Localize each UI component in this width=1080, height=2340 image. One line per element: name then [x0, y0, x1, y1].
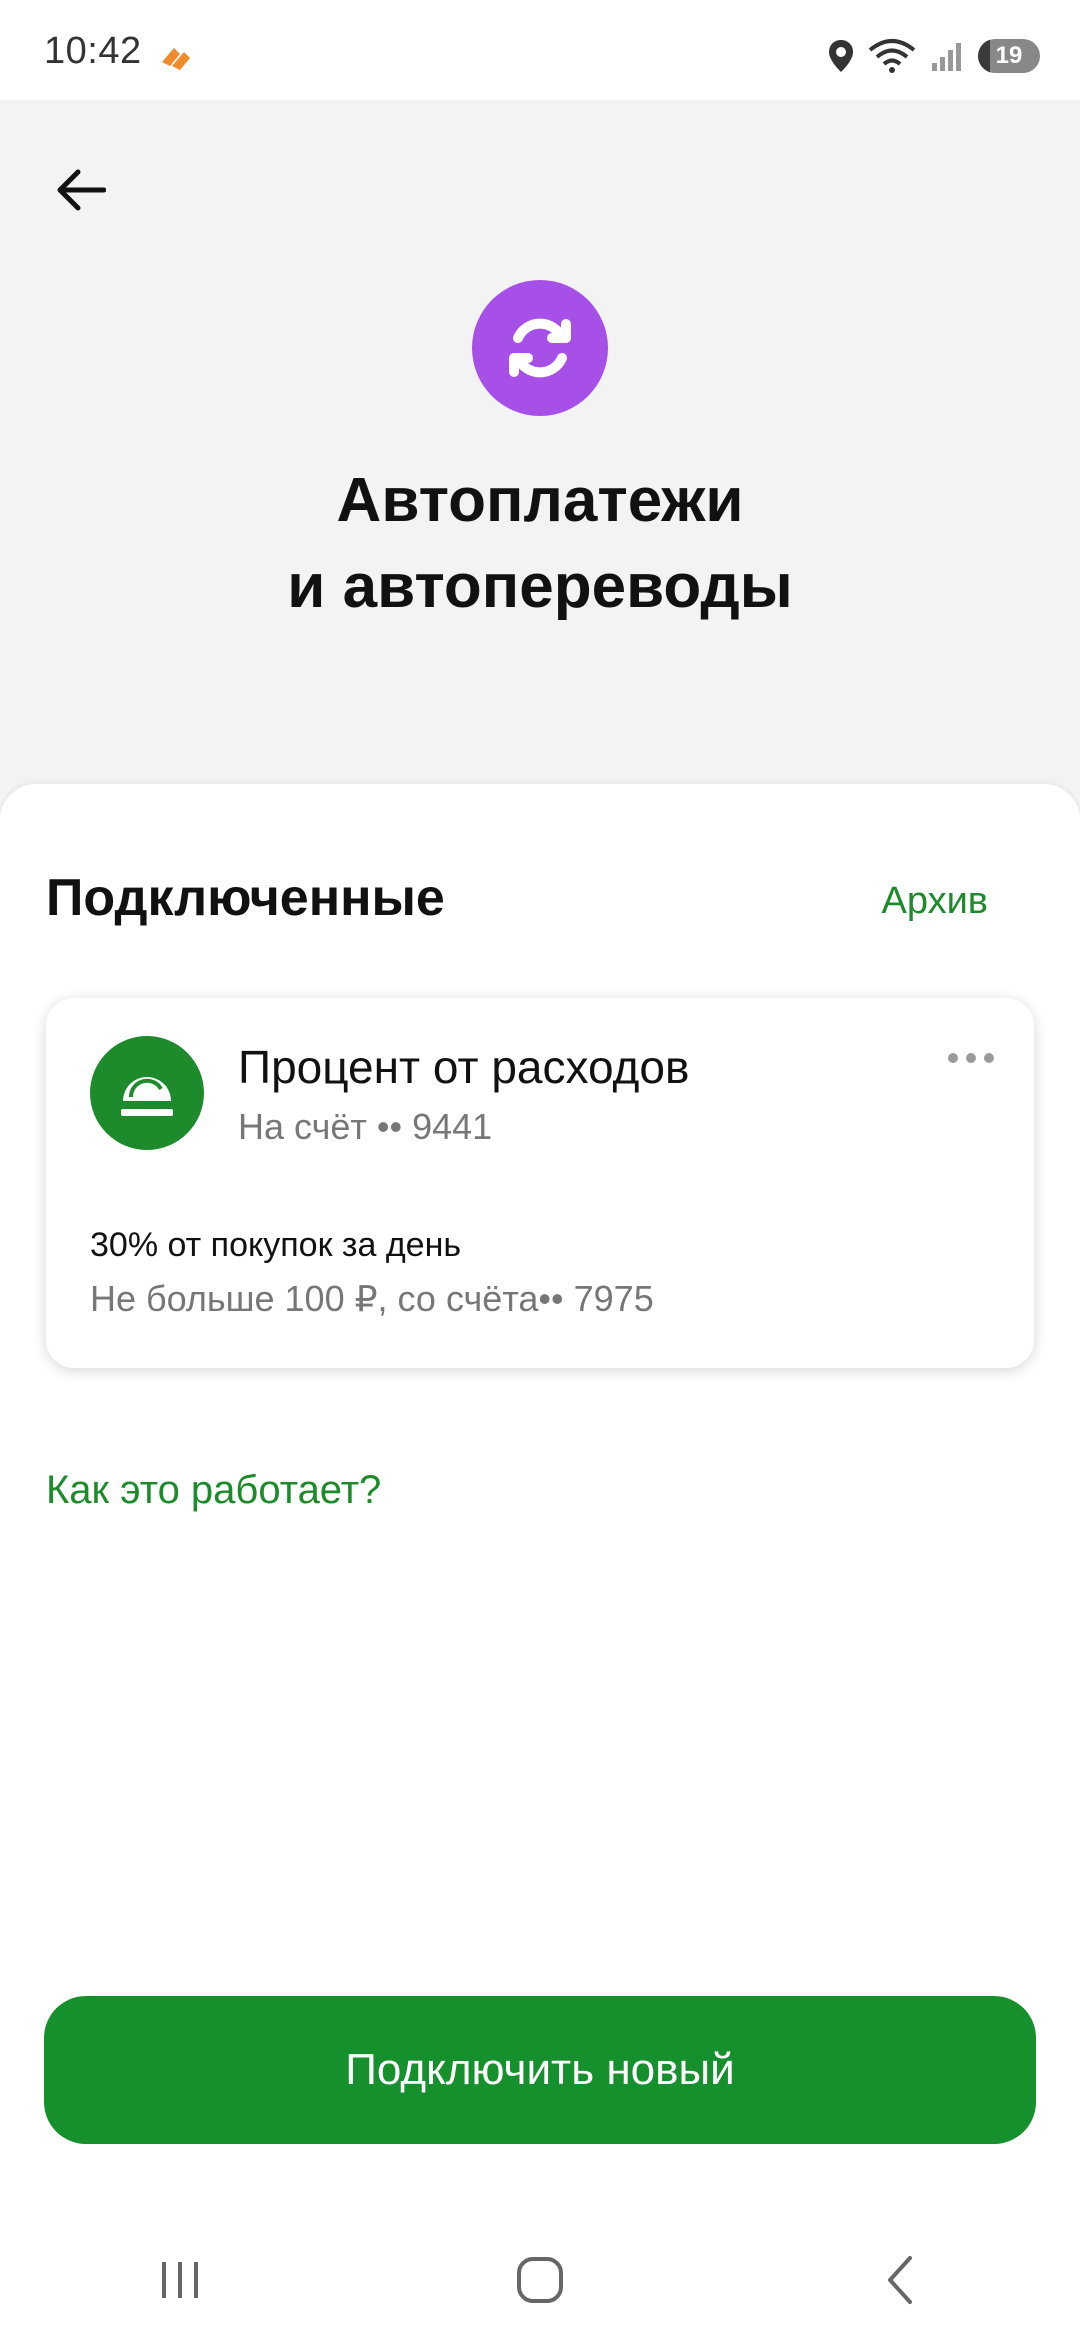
chevron-left-icon	[888, 2256, 912, 2304]
autopayment-limit: Не больше 100 ₽, со счёта•• 7975	[90, 1278, 654, 1319]
home-icon	[517, 2257, 563, 2303]
back-button[interactable]	[40, 150, 120, 230]
piggy-dome-icon	[121, 1077, 173, 1116]
autopayment-destination: На счёт •• 9441	[238, 1106, 493, 1147]
recent-apps-button[interactable]	[120, 2230, 240, 2330]
refresh-icon	[509, 318, 571, 378]
page-title: Автоплатежи и автопереводы	[0, 458, 1080, 630]
battery-indicator: 19	[978, 39, 1040, 73]
system-back-button[interactable]	[840, 2230, 960, 2330]
system-nav-bar	[0, 2220, 1080, 2340]
status-bar: 10:42 19	[0, 0, 1080, 100]
autopayment-card-icon	[90, 1036, 204, 1150]
page-title-line2: и автопереводы	[287, 552, 793, 621]
autopayment-rule: 30% от покупок за день	[90, 1226, 462, 1264]
connect-new-button[interactable]: Подключить новый	[44, 1996, 1036, 2144]
how-it-works-link[interactable]: Как это работает?	[46, 1468, 381, 1513]
status-time: 10:42	[44, 30, 142, 72]
archive-link[interactable]: Архив	[882, 880, 988, 923]
location-icon	[829, 40, 853, 72]
content-sheet: Подключенные Архив Процент от расходов Н…	[0, 784, 1080, 2340]
app-brand-icon	[162, 48, 190, 70]
battery-level: 19	[995, 42, 1023, 69]
page-title-line1: Автоплатежи	[336, 466, 744, 535]
more-dot-icon	[948, 1053, 958, 1063]
wifi-icon	[868, 39, 916, 73]
signal-icon	[932, 43, 961, 71]
recent-apps-icon	[162, 2262, 198, 2298]
status-icons: 19	[828, 34, 1040, 78]
more-dot-icon	[984, 1053, 994, 1063]
autopayment-hero-icon	[472, 280, 608, 416]
page-header: Автоплатежи и автопереводы	[0, 100, 1080, 820]
more-dot-icon	[966, 1053, 976, 1063]
section-title: Подключенные	[46, 869, 445, 927]
autopayment-card[interactable]: Процент от расходов На счёт •• 9441 30% …	[46, 998, 1034, 1368]
home-button[interactable]	[480, 2230, 600, 2330]
arrow-left-icon	[57, 169, 106, 211]
autopayment-title: Процент от расходов	[238, 1041, 690, 1093]
more-options-button[interactable]	[936, 1038, 1006, 1078]
